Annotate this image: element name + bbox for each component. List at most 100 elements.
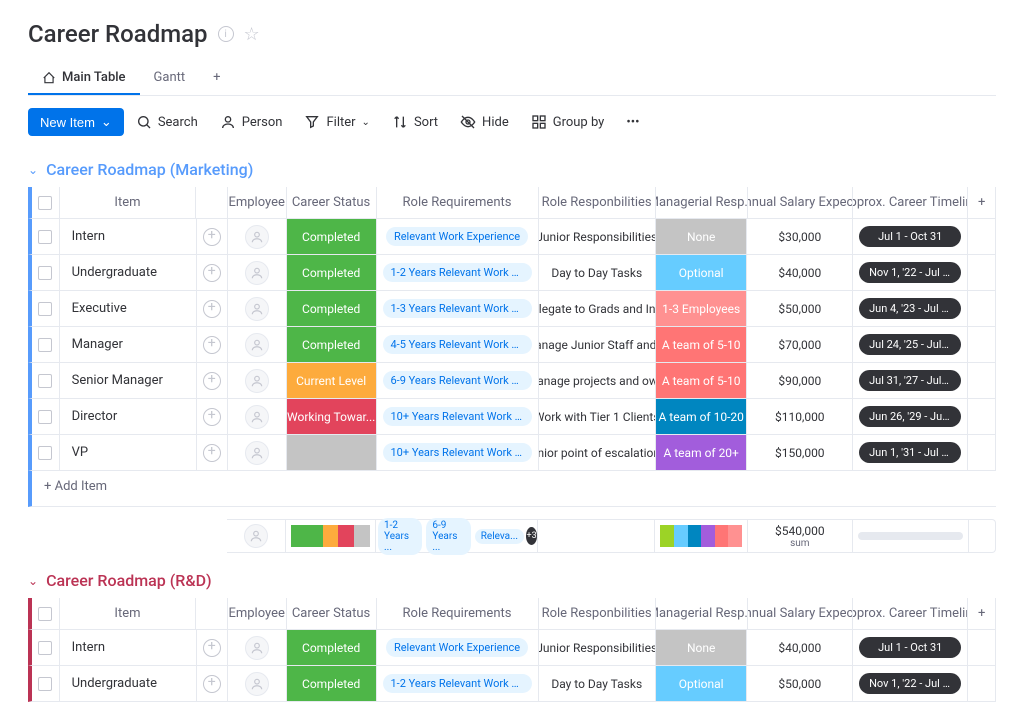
row-checkbox[interactable] [32,327,60,362]
responsibilities-cell[interactable]: Manage projects and ow... [539,363,656,398]
status-cell[interactable] [287,435,377,470]
managerial-cell[interactable]: Optional [656,666,748,701]
item-name[interactable]: Executive [60,291,197,326]
managerial-cell[interactable]: None [656,630,748,665]
status-cell[interactable]: Completed [287,630,377,665]
salary-cell[interactable]: $50,000 [747,291,853,326]
search-button[interactable]: Search [126,108,208,136]
column-item[interactable]: Item [60,187,197,218]
row-checkbox[interactable] [32,630,60,665]
responsibilities-cell[interactable]: Manage Junior Staff and ... [539,327,656,362]
timeline-cell[interactable]: Jul 24, '25 - Jul 31, '27 [853,327,968,362]
managerial-cell[interactable]: None [656,219,748,254]
salary-cell[interactable]: $40,000 [747,630,853,665]
timeline-cell[interactable]: Nov 1, '22 - Jul 3, '23 [853,255,968,290]
salary-cell[interactable]: $40,000 [747,255,853,290]
timeline-cell[interactable]: Jun 1, '31 - Jul 31, '35 [853,435,968,470]
row-checkbox[interactable] [32,435,60,470]
item-name[interactable]: Undergraduate [60,666,197,701]
conversation-button[interactable] [197,291,229,326]
requirements-cell[interactable]: 1-2 Years Relevant Work Experience [377,666,539,701]
status-cell[interactable]: Completed [287,291,377,326]
timeline-cell[interactable]: Jun 26, '29 - Jul 30, '31 [853,399,968,434]
managerial-cell[interactable]: A team of 5-10 [656,327,748,362]
responsibilities-cell[interactable]: Junior Responsibilities [539,630,656,665]
sort-button[interactable]: Sort [382,108,448,136]
employee-cell[interactable] [228,327,287,362]
salary-cell[interactable]: $70,000 [747,327,853,362]
status-cell[interactable]: Completed [287,255,377,290]
requirements-cell[interactable]: 6-9 Years Relevant Work Experience [377,363,539,398]
row-checkbox[interactable] [32,219,60,254]
checkbox-header[interactable] [32,598,60,629]
requirements-cell[interactable]: 1-3 Years Relevant Work Experience [377,291,539,326]
responsibilities-cell[interactable]: Delegate to Grads and Int... [539,291,656,326]
employee-cell[interactable] [228,219,287,254]
row-checkbox[interactable] [32,666,60,701]
requirements-cell[interactable]: 4-5 Years Relevant Work Experience [377,327,539,362]
salary-cell[interactable]: $90,000 [747,363,853,398]
column-requirements[interactable]: Role Requirements [377,598,539,629]
status-cell[interactable]: Completed [287,219,377,254]
status-cell[interactable]: Completed [287,666,377,701]
requirements-cell[interactable]: Relevant Work Experience [377,630,539,665]
filter-button[interactable]: Filter⌄ [294,108,379,136]
add-item-button[interactable]: + Add Item [28,471,996,507]
item-name[interactable]: Undergraduate [60,255,197,290]
timeline-cell[interactable]: Jul 31, '27 - Jul 25, '29 [853,363,968,398]
add-column-button[interactable]: + [968,187,996,218]
responsibilities-cell[interactable]: Work with Tier 1 Clients [539,399,656,434]
row-checkbox[interactable] [32,255,60,290]
salary-cell[interactable]: $110,000 [747,399,853,434]
timeline-cell[interactable]: Jul 1 - Oct 31 [853,630,968,665]
managerial-cell[interactable]: A team of 5-10 [656,363,748,398]
column-item[interactable]: Item [60,598,197,629]
conversation-button[interactable] [197,399,229,434]
managerial-cell[interactable]: 1-3 Employees [656,291,748,326]
add-column-button[interactable]: + [968,598,996,629]
row-checkbox[interactable] [32,291,60,326]
requirements-cell[interactable]: Relevant Work Experience [377,219,539,254]
row-checkbox[interactable] [32,363,60,398]
responsibilities-cell[interactable]: Senior point of escalation... [539,435,656,470]
employee-cell[interactable] [228,435,287,470]
item-name[interactable]: Director [60,399,197,434]
employee-cell[interactable] [228,666,287,701]
conversation-button[interactable] [197,327,229,362]
star-icon[interactable]: ☆ [244,24,260,45]
managerial-cell[interactable]: A team of 10-20 [656,399,748,434]
managerial-cell[interactable]: A team of 20+ [656,435,748,470]
group-header[interactable]: ⌄ Career Roadmap (Marketing) [28,160,996,179]
column-managerial[interactable]: Managerial Resp... [656,187,748,218]
managerial-cell[interactable]: Optional [656,255,748,290]
requirements-cell[interactable]: 10+ Years Relevant Work Experience [377,435,539,470]
status-cell[interactable]: Completed [287,327,377,362]
salary-cell[interactable]: $30,000 [747,219,853,254]
column-timeline[interactable]: Approx. Career Timeline [853,187,968,218]
item-name[interactable]: Intern [60,630,197,665]
row-checkbox[interactable] [32,399,60,434]
column-managerial[interactable]: Managerial Resp... [656,598,748,629]
employee-cell[interactable] [228,630,287,665]
column-status[interactable]: Career Status [287,187,377,218]
more-button[interactable]: ••• [616,109,649,136]
group-by-button[interactable]: Group by [521,108,615,136]
item-name[interactable]: Manager [60,327,197,362]
conversation-button[interactable] [197,219,229,254]
column-salary[interactable]: Annual Salary Expec... [748,598,854,629]
column-employee[interactable]: Employee [228,187,287,218]
add-tab-button[interactable]: + [199,62,234,95]
column-status[interactable]: Career Status [287,598,377,629]
conversation-button[interactable] [197,255,229,290]
requirements-cell[interactable]: 1-2 Years Relevant Work Experience [377,255,539,290]
conversation-button[interactable] [197,435,229,470]
column-requirements[interactable]: Role Requirements [377,187,539,218]
conversation-button[interactable] [197,363,229,398]
employee-cell[interactable] [228,255,287,290]
timeline-cell[interactable]: Jul 1 - Oct 31 [853,219,968,254]
responsibilities-cell[interactable]: Day to Day Tasks [539,666,656,701]
item-name[interactable]: Senior Manager [60,363,197,398]
item-name[interactable]: Intern [60,219,197,254]
column-employee[interactable]: Employee [228,598,287,629]
tab-gantt[interactable]: Gantt [140,62,200,95]
